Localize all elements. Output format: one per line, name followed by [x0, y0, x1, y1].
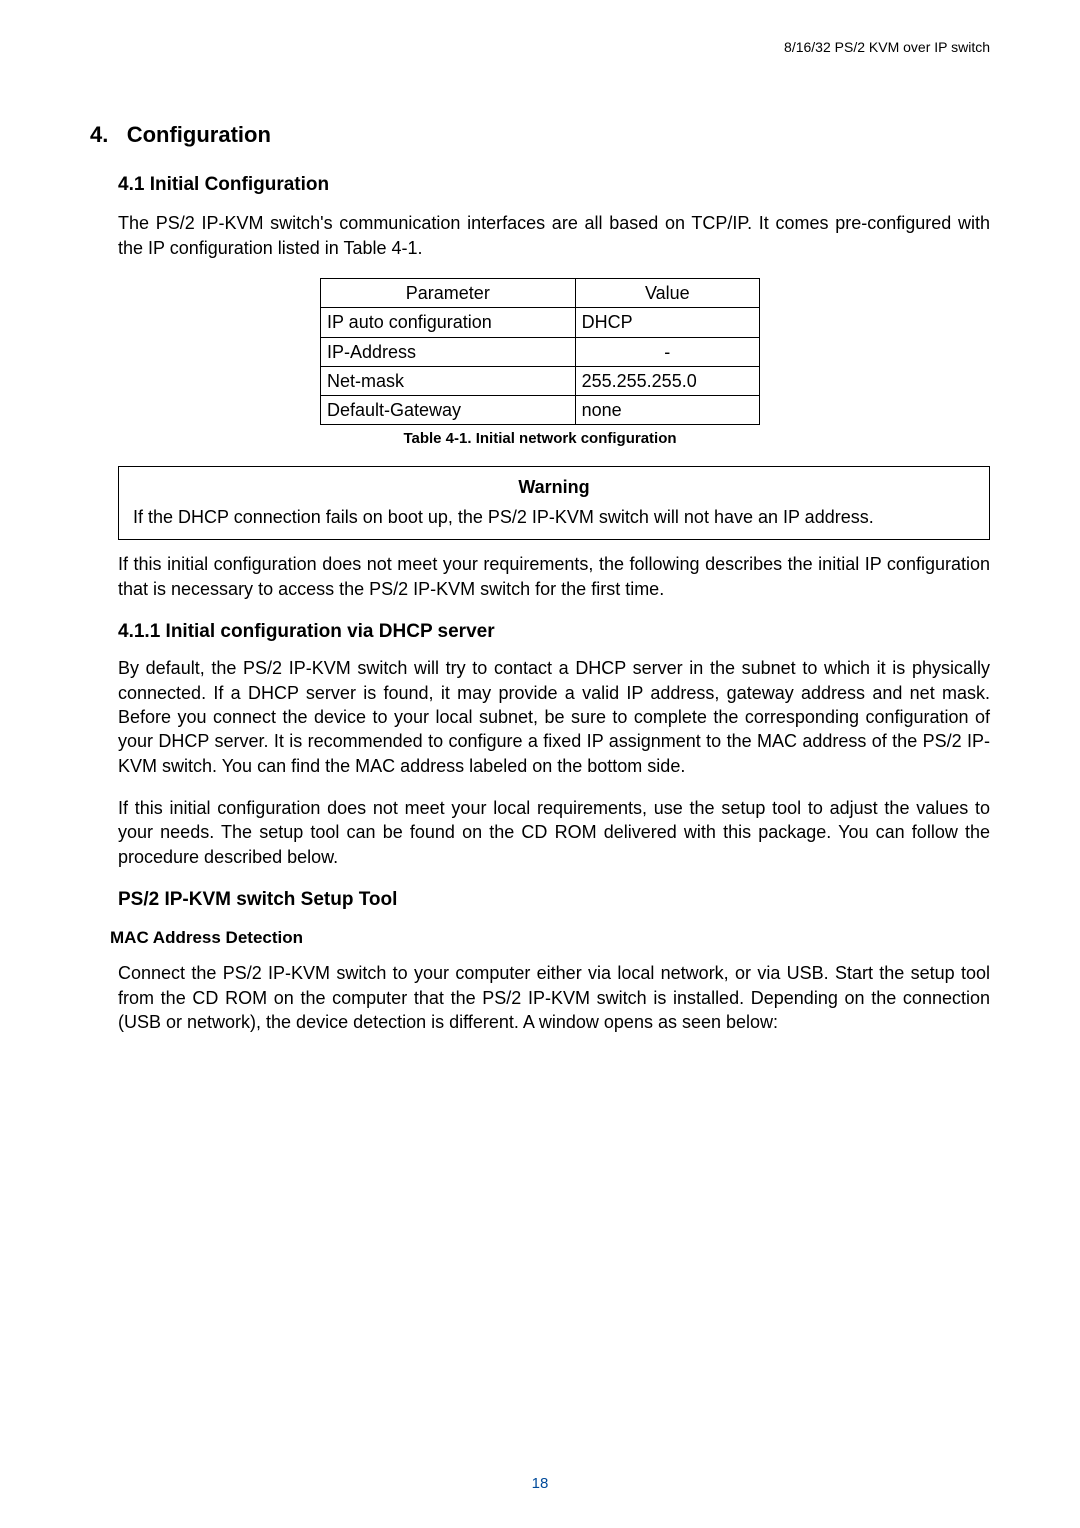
section-title: Configuration	[127, 122, 271, 147]
th-parameter: Parameter	[321, 278, 576, 307]
table-4-1: Parameter Value IP auto configuration DH…	[320, 278, 760, 425]
cell-param: IP auto configuration	[321, 308, 576, 337]
section-number: 4.	[90, 122, 108, 147]
setup-tool-heading: PS/2 IP-KVM switch Setup Tool	[118, 887, 990, 913]
cell-value: DHCP	[575, 308, 759, 337]
page-number: 18	[0, 1474, 1080, 1494]
para-4-1-intro: The PS/2 IP-KVM switch's communication i…	[118, 211, 990, 260]
para-mac-detection: Connect the PS/2 IP-KVM switch to your c…	[118, 961, 990, 1034]
cell-param: Net-mask	[321, 366, 576, 395]
mac-detection-heading: MAC Address Detection	[110, 927, 990, 950]
subsection-4-1-heading: 4.1 Initial Configuration	[118, 172, 990, 198]
warning-box: Warning If the DHCP connection fails on …	[118, 466, 990, 541]
para-4-1-1-a: By default, the PS/2 IP-KVM switch will …	[118, 656, 990, 777]
table-4-1-caption: Table 4-1. Initial network configuration	[90, 429, 990, 449]
cell-param: IP-Address	[321, 337, 576, 366]
section-heading: 4. Configuration	[90, 120, 990, 150]
warning-title: Warning	[133, 475, 975, 499]
subsection-4-1-1-heading: 4.1.1 Initial configuration via DHCP ser…	[118, 619, 990, 645]
th-value: Value	[575, 278, 759, 307]
table-row: IP auto configuration DHCP	[321, 308, 760, 337]
para-4-1-1-b: If this initial configuration does not m…	[118, 796, 990, 869]
cell-value: none	[575, 396, 759, 425]
warning-text: If the DHCP connection fails on boot up,…	[133, 505, 975, 529]
table-row: Net-mask 255.255.255.0	[321, 366, 760, 395]
table-header-row: Parameter Value	[321, 278, 760, 307]
table-row: Default-Gateway none	[321, 396, 760, 425]
cell-value: -	[575, 337, 759, 366]
para-after-warning: If this initial configuration does not m…	[118, 552, 990, 601]
cell-param: Default-Gateway	[321, 396, 576, 425]
table-row: IP-Address -	[321, 337, 760, 366]
header-doc-title: 8/16/32 PS/2 KVM over IP switch	[784, 38, 990, 57]
cell-value: 255.255.255.0	[575, 366, 759, 395]
